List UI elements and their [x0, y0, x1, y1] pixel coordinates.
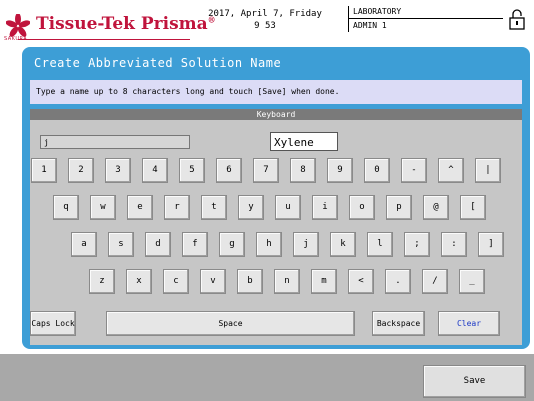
footer-bar: Save: [0, 354, 534, 401]
keyboard-title: Keyboard: [30, 109, 522, 120]
key[interactable]: 7: [253, 158, 279, 183]
key[interactable]: o: [349, 195, 375, 220]
brand-logo: Tissue-Tek Prisma® SAKURA: [4, 10, 216, 42]
key[interactable]: 8: [290, 158, 316, 183]
brand-name: Tissue-Tek Prisma®: [36, 14, 216, 34]
key[interactable]: k: [330, 232, 356, 257]
key[interactable]: 9: [327, 158, 353, 183]
clear-key[interactable]: Clear: [438, 311, 500, 336]
key[interactable]: a: [71, 232, 97, 257]
key[interactable]: x: [126, 269, 152, 294]
key[interactable]: w: [90, 195, 116, 220]
key[interactable]: ^: [438, 158, 464, 183]
key[interactable]: d: [145, 232, 171, 257]
key[interactable]: n: [274, 269, 300, 294]
abbreviated-name-input[interactable]: Xylene: [270, 132, 338, 151]
key[interactable]: m: [311, 269, 337, 294]
key[interactable]: u: [275, 195, 301, 220]
key[interactable]: /: [422, 269, 448, 294]
lab-info: LABORATORY ADMIN 1: [348, 6, 503, 32]
key[interactable]: r: [164, 195, 190, 220]
user-label: ADMIN 1: [353, 21, 387, 30]
key[interactable]: ;: [404, 232, 430, 257]
caps-lock-key[interactable]: Caps Lock: [30, 311, 76, 336]
date-time-display: 2017, April 7, Friday 9 53: [200, 8, 330, 32]
key[interactable]: e: [127, 195, 153, 220]
input-preview-field[interactable]: j: [40, 135, 190, 149]
key[interactable]: [: [460, 195, 486, 220]
sakura-flower-icon: [6, 14, 30, 37]
key[interactable]: -: [401, 158, 427, 183]
divider: [348, 18, 503, 19]
brand-underline: [18, 39, 190, 40]
time-text: 9 53: [254, 21, 276, 31]
key[interactable]: 1: [31, 158, 57, 183]
key[interactable]: 6: [216, 158, 242, 183]
lock-icon[interactable]: [508, 8, 526, 30]
key[interactable]: q: [53, 195, 79, 220]
key[interactable]: z: [89, 269, 115, 294]
create-abbreviated-name-dialog: Create Abbreviated Solution Name Type a …: [22, 47, 530, 349]
instruction-text: Type a name up to 8 characters long and …: [30, 80, 522, 104]
backspace-key[interactable]: Backspace: [372, 311, 425, 336]
key[interactable]: 5: [179, 158, 205, 183]
divider: [348, 6, 349, 32]
space-key[interactable]: Space: [106, 311, 355, 336]
dialog-title: Create Abbreviated Solution Name: [34, 56, 282, 70]
key[interactable]: i: [312, 195, 338, 220]
save-button[interactable]: Save: [423, 365, 526, 398]
key[interactable]: 4: [142, 158, 168, 183]
key[interactable]: b: [237, 269, 263, 294]
key[interactable]: y: [238, 195, 264, 220]
key[interactable]: l: [367, 232, 393, 257]
header-bar: Tissue-Tek Prisma® SAKURA 2017, April 7,…: [0, 0, 534, 46]
keyboard-panel: Keyboard j Xylene Caps Lock Space Backsp…: [30, 109, 522, 345]
key[interactable]: <: [348, 269, 374, 294]
key[interactable]: f: [182, 232, 208, 257]
key[interactable]: .: [385, 269, 411, 294]
key[interactable]: c: [163, 269, 189, 294]
key[interactable]: v: [200, 269, 226, 294]
key[interactable]: @: [423, 195, 449, 220]
location-label: LABORATORY: [353, 7, 402, 16]
key[interactable]: p: [386, 195, 412, 220]
key[interactable]: j: [293, 232, 319, 257]
key[interactable]: 0: [364, 158, 390, 183]
key[interactable]: :: [441, 232, 467, 257]
key[interactable]: |: [475, 158, 501, 183]
date-text: 2017, April 7, Friday: [208, 9, 322, 19]
key[interactable]: s: [108, 232, 134, 257]
key[interactable]: t: [201, 195, 227, 220]
key[interactable]: g: [219, 232, 245, 257]
key[interactable]: h: [256, 232, 282, 257]
key[interactable]: ]: [478, 232, 504, 257]
key[interactable]: 3: [105, 158, 131, 183]
key[interactable]: _: [459, 269, 485, 294]
key[interactable]: 2: [68, 158, 94, 183]
